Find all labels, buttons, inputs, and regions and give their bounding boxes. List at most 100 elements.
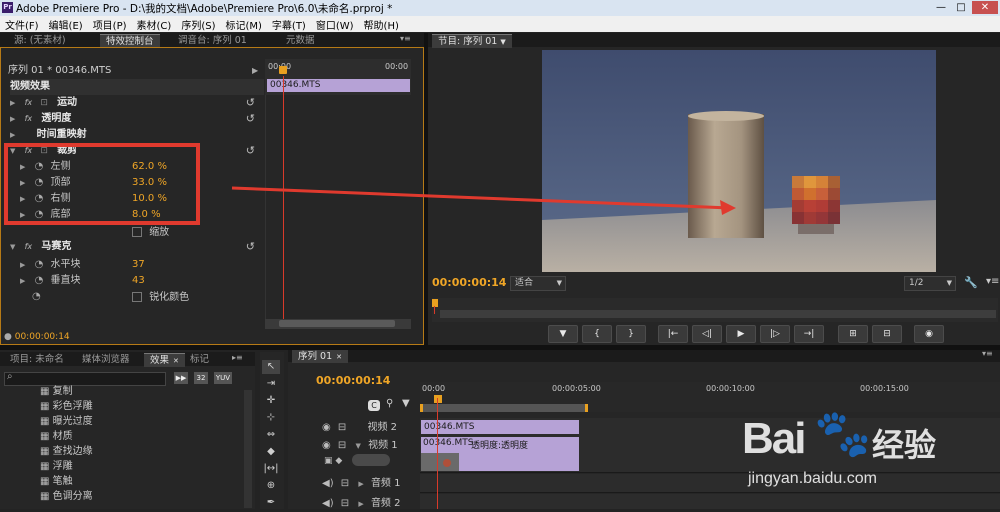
program-scrub-bar[interactable] [432, 298, 998, 322]
snap-icon[interactable]: C [368, 400, 380, 411]
playhead-marker-icon[interactable] [434, 395, 442, 403]
resolution-dropdown[interactable]: 1/2 ▼ [904, 276, 956, 291]
reset-icon[interactable]: ↺ [246, 95, 255, 111]
list-item[interactable]: ▦ 浮雕 [40, 459, 73, 475]
menu-project[interactable]: 项目(P) [88, 16, 132, 32]
selection-tool-icon[interactable]: ↖ [262, 360, 280, 374]
effects-search-input[interactable]: ⌕ [4, 371, 166, 386]
ec-scroll-thumb[interactable] [279, 320, 395, 327]
effect-row-motion[interactable]: ▶ fx ⊡ 运动 ↺ [10, 95, 265, 111]
speaker-icon[interactable]: ◀) [322, 498, 334, 509]
menu-marker[interactable]: 标记(M) [220, 16, 266, 32]
menu-window[interactable]: 窗口(W) [311, 16, 359, 32]
tab-markers[interactable]: 标记 [184, 353, 215, 366]
program-timecode[interactable]: 00:00:00:14 [432, 276, 506, 289]
playhead-marker-icon[interactable] [432, 299, 438, 307]
menu-clip[interactable]: 素材(C) [132, 16, 177, 32]
tab-audio-mixer[interactable]: 调音台: 序列 01 [172, 34, 253, 47]
effect-row-mosaic[interactable]: ▼ fx 马赛克 ↺ [10, 239, 265, 255]
panel-menu-icon[interactable]: ▾≡ [982, 349, 993, 358]
effect-row-opacity[interactable]: ▶ fx 透明度 ↺ [10, 111, 265, 127]
eye-icon[interactable]: ◉ [322, 440, 331, 451]
lock-icon[interactable]: ⊟ [341, 478, 349, 489]
expand-arrow-icon[interactable]: ▶ [10, 99, 15, 107]
tab-program[interactable]: 节目: 序列 01 ▼ [432, 34, 512, 48]
menu-file[interactable]: 文件(F) [0, 16, 44, 32]
step-back-button[interactable]: ◁| [692, 325, 722, 343]
32bit-filter-icon[interactable]: 32 [194, 372, 208, 384]
effect-row-time-remap[interactable]: ▶ 时间重映射 [10, 127, 265, 143]
menu-help[interactable]: 帮助(H) [359, 16, 404, 32]
tab-metadata[interactable]: 元数据 [280, 34, 321, 47]
export-frame-button[interactable]: ◉ [914, 325, 944, 343]
clip-video1[interactable]: 00346.MTS 透明度:透明度 [421, 437, 579, 471]
reset-icon[interactable]: ↺ [246, 143, 255, 159]
tab-source[interactable]: 源: (无素材) [8, 34, 72, 47]
minimize-icon[interactable]: — [932, 1, 950, 14]
ec-scrollbar[interactable] [265, 319, 411, 329]
param-row-vertical[interactable]: ▶ ◔ 垂直块 [20, 273, 81, 289]
fx-icon[interactable]: fx [25, 98, 33, 107]
panel-menu-icon[interactable]: ▾≡ [400, 34, 411, 43]
menu-sequence[interactable]: 序列(S) [176, 16, 220, 32]
zoom-scroll-bar[interactable] [440, 310, 996, 318]
lock-icon[interactable]: ⊟ [338, 422, 346, 433]
step-forward-button[interactable]: |▷ [760, 325, 790, 343]
stopwatch-icon[interactable]: ◔ [35, 259, 44, 270]
param-row-horizontal[interactable]: ▶ ◔ 水平块 [20, 257, 81, 273]
accelerated-filter-icon[interactable]: ▶▶ [174, 372, 188, 384]
reset-icon[interactable]: ↺ [246, 239, 255, 255]
maximize-icon[interactable]: □ [952, 1, 970, 14]
add-marker-button[interactable]: ▼ [548, 325, 578, 343]
mini-clip[interactable]: 00346.MTS [267, 79, 410, 92]
marker-icon[interactable]: ▼ [402, 398, 410, 409]
track-header-audio1[interactable]: ◀) ⊟ ▶ 音频 1 [322, 476, 418, 492]
list-item[interactable]: ▦ 彩色浮雕 [40, 399, 93, 415]
effects-scrollbar[interactable] [244, 390, 252, 508]
mark-in-button[interactable]: { [582, 325, 612, 343]
speaker-icon[interactable]: ◀) [322, 478, 334, 489]
tab-effects[interactable]: 效果 ✕ [144, 353, 185, 367]
expand-arrow-icon[interactable]: ▶ [20, 261, 25, 269]
menu-edit[interactable]: 编辑(E) [44, 16, 88, 32]
list-item[interactable]: ▦ 色调分离 [40, 489, 93, 505]
track-header-video1[interactable]: ◉ ⊟ ▼ 视频 1 [322, 438, 418, 454]
rolling-edit-tool-icon[interactable]: ⊹ [262, 411, 280, 425]
expand-arrow-icon[interactable]: ▶ [358, 480, 363, 488]
lock-icon[interactable]: ⊟ [338, 440, 346, 451]
slip-tool-icon[interactable]: |↔| [262, 462, 280, 476]
expand-arrow-icon[interactable]: ▶ [358, 500, 363, 508]
clip-video1-fx[interactable]: 透明度:透明度 [471, 438, 528, 451]
fx-icon[interactable]: fx [25, 242, 33, 251]
yuv-filter-icon[interactable]: YUV [214, 372, 232, 384]
rate-stretch-tool-icon[interactable]: ⇔ [262, 428, 280, 442]
mark-out-button[interactable]: } [616, 325, 646, 343]
list-item[interactable]: ▦ 复制 [40, 384, 73, 400]
track-header-video2[interactable]: ◉ ⊟ 视频 2 [322, 420, 418, 436]
ripple-edit-tool-icon[interactable]: ✛ [262, 394, 280, 408]
mini-timeline[interactable]: 00:00 00:00 00346.MTS [265, 59, 411, 95]
stopwatch-icon[interactable]: ◔ [35, 275, 44, 286]
expand-arrow-icon[interactable]: ▶ [10, 131, 15, 139]
expand-arrow-icon[interactable]: ▶ [10, 115, 15, 123]
tab-effect-controls[interactable]: 特效控制台 [100, 34, 160, 48]
extract-button[interactable]: ⊟ [872, 325, 902, 343]
wrench-icon[interactable]: 🔧 [964, 276, 978, 289]
panel-menu-icon[interactable]: ▸≡ [232, 353, 243, 362]
menu-title[interactable]: 字幕(T) [267, 16, 311, 32]
pen-tool-icon[interactable]: ✒ [262, 496, 280, 510]
sharpen-checkbox[interactable] [132, 292, 142, 302]
list-item[interactable]: ▦ 笔触 [40, 474, 73, 490]
param-value-vertical[interactable]: 43 [132, 273, 145, 289]
tab-media-browser[interactable]: 媒体浏览器 [76, 353, 136, 366]
sharpen-row[interactable]: 锐化颜色 [132, 290, 189, 306]
zoom-checkbox[interactable] [132, 227, 142, 237]
horizontal-splitter[interactable] [0, 345, 1000, 350]
reset-icon[interactable]: ↺ [246, 111, 255, 127]
go-to-in-button[interactable]: |← [658, 325, 688, 343]
keyframe-nav[interactable] [352, 454, 390, 466]
collapse-arrow-icon[interactable]: ▼ [356, 442, 361, 450]
stopwatch-icon[interactable]: ◔ [32, 289, 41, 305]
collapse-arrow-icon[interactable]: ▶ [252, 66, 258, 75]
tab-sequence[interactable]: 序列 01 ✕ [292, 349, 348, 363]
